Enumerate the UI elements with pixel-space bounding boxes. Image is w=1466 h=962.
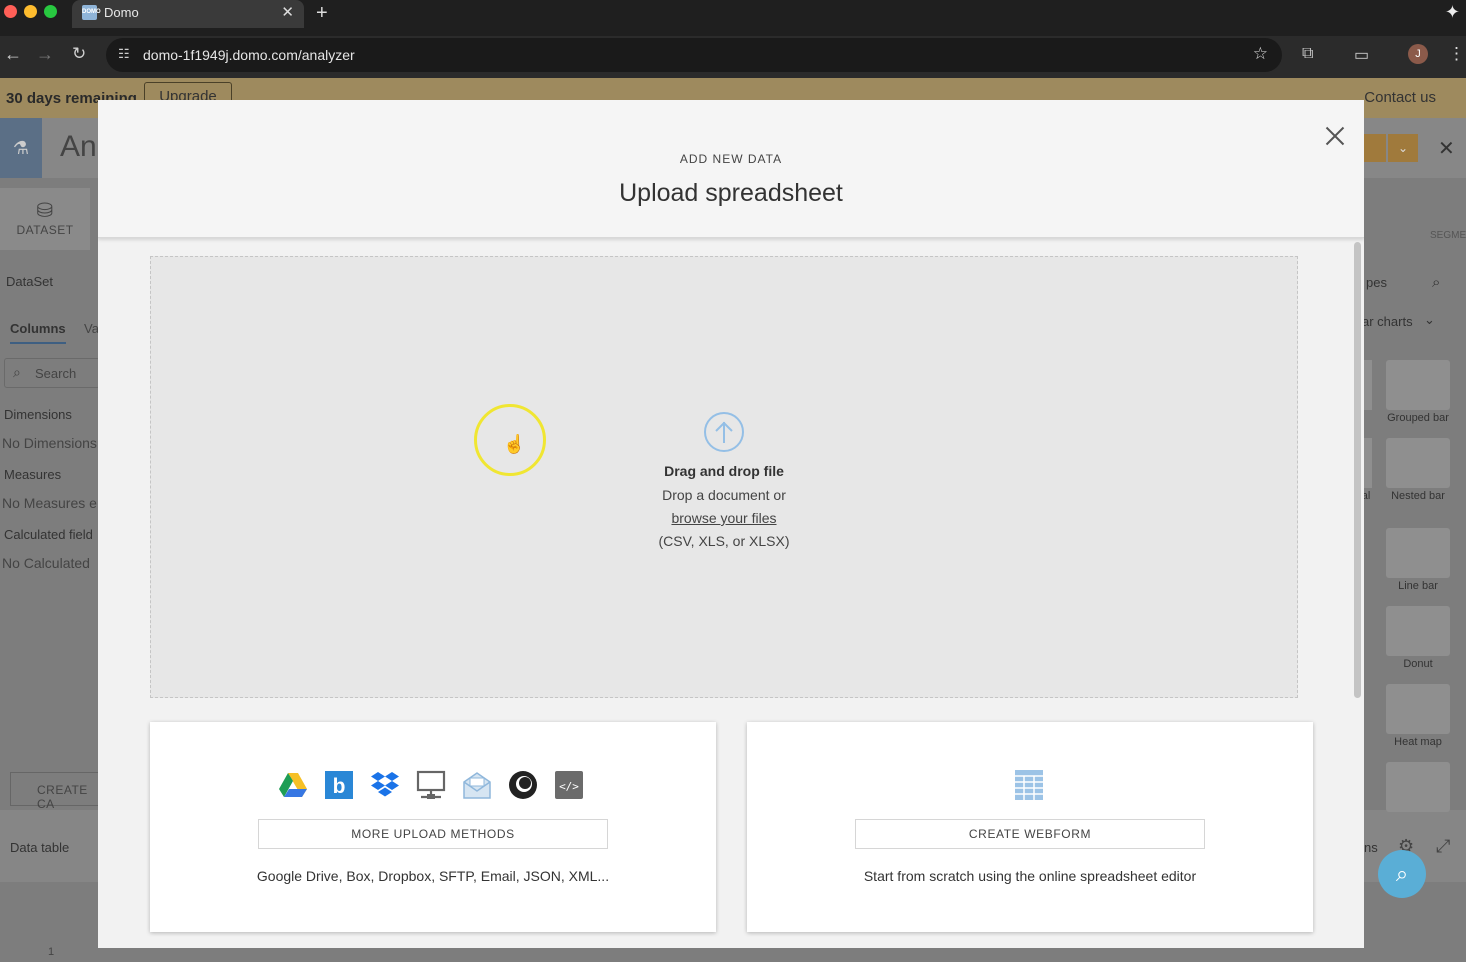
tab-values[interactable]: Va [84, 321, 99, 336]
sparkle-icon[interactable]: ✦ [1445, 2, 1460, 23]
search-icon: ⌕ [13, 364, 21, 380]
modal-eyebrow: ADD NEW DATA [679, 152, 783, 166]
donut-chart-icon[interactable] [1386, 606, 1450, 656]
search-icon[interactable]: ⌕ [1432, 274, 1440, 291]
segment-label: SEGMENT [1430, 230, 1466, 241]
more-upload-methods-card[interactable]: b </> MORE UPLOAD METHODS Google Drive, … [150, 722, 716, 932]
chart-type-label: Line bar [1398, 580, 1438, 592]
pointer-hand-icon: ☝ [503, 434, 526, 454]
grouped-bar-chart-icon[interactable] [1386, 360, 1450, 410]
address-bar[interactable]: ☷ domo-1f1949j.domo.com/analyzer ☆ [106, 38, 1282, 72]
xml-icon: </> [555, 771, 583, 799]
window-close-button[interactable] [4, 5, 17, 18]
browser-tab-bar: DOMO Domo ✕ + ✦ [0, 0, 1466, 36]
chart-type-label: Heat map [1394, 736, 1442, 748]
browse-files-link[interactable]: browse your files [671, 510, 776, 526]
google-drive-icon [279, 773, 307, 797]
bookmark-star-icon[interactable]: ☆ [1253, 44, 1268, 64]
json-icon [509, 771, 537, 799]
forward-icon[interactable]: → [36, 44, 54, 65]
extensions-icon[interactable]: ⧉ [1302, 45, 1313, 63]
browser-menu-icon[interactable]: ⋮ [1448, 44, 1465, 64]
tab-columns[interactable]: Columns [10, 321, 66, 344]
modal-close-icon[interactable] [1323, 124, 1347, 148]
create-webform-description: Start from scratch using the online spre… [863, 868, 1197, 884]
chart-type-label: Grouped bar [1387, 412, 1449, 424]
no-dimensions-text: No Dimensions [2, 435, 97, 451]
new-tab-button[interactable]: + [316, 2, 328, 25]
more-upload-methods-button[interactable]: MORE UPLOAD METHODS [258, 819, 608, 849]
dataset-label: DATASET [16, 223, 74, 237]
file-dropzone[interactable]: Drag and drop file Drop a document or br… [150, 256, 1298, 698]
sftp-icon [416, 770, 446, 799]
nested-bar-chart-icon[interactable] [1386, 438, 1450, 488]
tab-close-icon[interactable]: ✕ [281, 3, 294, 21]
beaker-icon: ⚗ [0, 118, 42, 178]
more-upload-methods-description: Google Drive, Box, Dropbox, SFTP, Email,… [256, 868, 610, 884]
reload-icon[interactable]: ↻ [72, 44, 86, 64]
upload-arrow-icon [704, 412, 744, 452]
expand-icon[interactable]: ⤢ [1436, 836, 1450, 857]
back-icon[interactable]: ← [4, 44, 22, 65]
add-data-modal: ADD NEW DATA Upload spreadsheet Drag and… [98, 100, 1364, 948]
window-zoom-button[interactable] [44, 5, 57, 18]
browser-tab[interactable]: DOMO Domo ✕ [72, 0, 304, 28]
chevron-down-icon: ⌄ [1424, 312, 1435, 327]
measures-label: Measures [4, 467, 62, 482]
database-icon: ⛁ [36, 200, 54, 222]
search-placeholder: Search [35, 366, 77, 381]
svg-text:b: b [333, 775, 346, 798]
dropzone-formats: (CSV, XLS, or XLSX) [658, 533, 790, 549]
bottom-right-label-partial: ns [1364, 840, 1378, 855]
dropzone-instruction: Drop a document or [662, 487, 786, 503]
modal-header: ADD NEW DATA Upload spreadsheet [98, 100, 1364, 238]
column-search-input[interactable]: ⌕ Search [4, 358, 100, 388]
svg-text:</>: </> [559, 780, 579, 793]
no-measures-text: No Measures e [2, 495, 97, 511]
line-bar-chart-icon[interactable] [1386, 528, 1450, 578]
email-icon [463, 772, 491, 799]
box-icon: b [325, 771, 353, 799]
dropbox-icon [371, 772, 399, 797]
browser-toolbar: ← → ↻ ☷ domo-1f1949j.domo.com/analyzer ☆… [0, 36, 1466, 78]
save-dropdown-chevron-icon[interactable]: ⌄ [1388, 134, 1418, 162]
magnifier-icon: ⌕ [1395, 861, 1409, 886]
dataset-section-label: DataSet [6, 274, 53, 289]
tab-search-icon[interactable]: ▭ [1354, 45, 1369, 65]
row-number: 1 [48, 946, 55, 958]
profile-avatar[interactable]: J [1408, 44, 1428, 64]
data-table-label: Data table [10, 840, 70, 855]
gauge-chart-icon[interactable] [1386, 762, 1450, 812]
window-minimize-button[interactable] [24, 5, 37, 18]
dimensions-label: Dimensions [4, 407, 72, 422]
create-webform-card[interactable]: CREATE WEBFORM Start from scratch using … [747, 722, 1313, 932]
modal-title: Upload spreadsheet [619, 179, 843, 207]
dropzone-title: Drag and drop file [664, 463, 784, 479]
chart-type-label: Donut [1403, 658, 1433, 670]
spreadsheet-grid-icon [1015, 770, 1043, 800]
domo-favicon-icon: DOMO [82, 5, 101, 20]
help-chat-button[interactable]: ⌕ [1378, 850, 1426, 898]
modal-scrollbar[interactable] [1354, 242, 1361, 698]
no-calculated-text: No Calculated [2, 555, 90, 571]
url-text: domo-1f1949j.domo.com/analyzer [143, 47, 355, 63]
chart-types-title: pes [1366, 275, 1387, 290]
close-analyzer-icon[interactable]: ✕ [1438, 136, 1455, 161]
chart-category-select[interactable]: ar charts [1362, 314, 1413, 329]
create-calculation-button[interactable]: CREATE CA [10, 772, 100, 811]
create-webform-button[interactable]: CREATE WEBFORM [855, 819, 1205, 849]
contact-us-link[interactable]: Contact us [1364, 89, 1436, 106]
site-settings-icon[interactable]: ☷ [118, 46, 130, 62]
chart-type-label: Nested bar [1391, 490, 1445, 502]
calculated-fields-label: Calculated field [4, 527, 93, 542]
dataset-tab[interactable]: ⛁ DATASET [0, 188, 90, 250]
heat-map-chart-icon[interactable] [1386, 684, 1450, 734]
analyzer-title: An [60, 130, 97, 163]
tab-title: Domo [104, 5, 139, 20]
upload-method-icons: b </> [278, 770, 588, 800]
